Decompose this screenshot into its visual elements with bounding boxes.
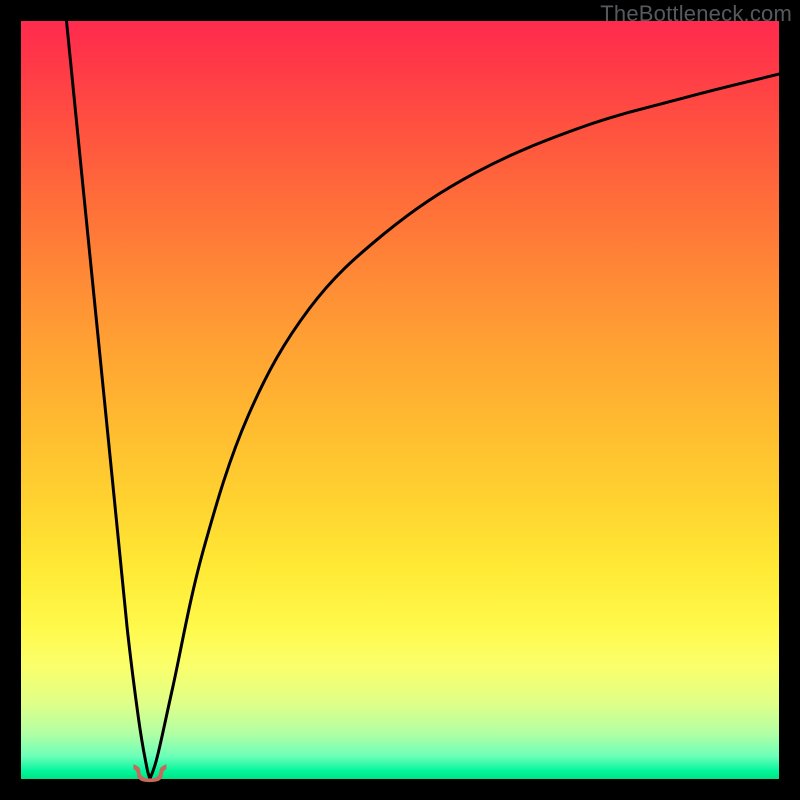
curve-right-branch	[150, 74, 779, 779]
curve-left-branch	[67, 21, 150, 779]
optimal-marker	[134, 765, 166, 782]
chart-svg	[21, 21, 779, 779]
